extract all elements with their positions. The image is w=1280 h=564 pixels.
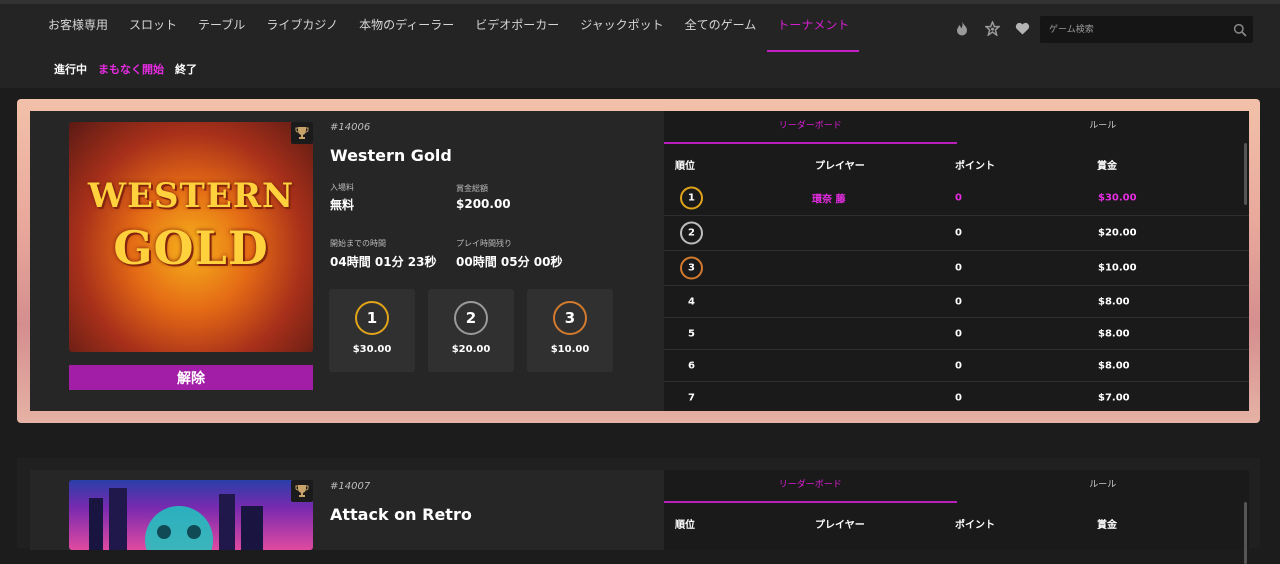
column-points: ポイント [955, 520, 995, 531]
tournament-id: #14006 [330, 122, 371, 133]
prize-value: $8.00 [1098, 296, 1130, 307]
column-player: プレイヤー [815, 161, 865, 172]
prize-box-3: 3 $10.00 [527, 289, 613, 372]
rank-badge: 1 [680, 186, 703, 210]
nav-item-real-dealer[interactable]: 本物のディーラー [359, 14, 454, 52]
table-row: 7 0 $7.00 [664, 382, 1249, 401]
table-row: 5 0 $8.00 [664, 318, 1249, 350]
points-value: 0 [955, 296, 962, 307]
play-time-left-label: プレイ時間残り [456, 239, 512, 248]
game-thumbnail[interactable]: WESTERN GOLD [69, 122, 313, 352]
column-rank: 順位 [675, 520, 695, 531]
tournament-id: #14007 [330, 481, 371, 492]
nav-item-all-games[interactable]: 全てのゲーム [685, 14, 757, 52]
points-value: 0 [955, 192, 962, 204]
points-value: 0 [955, 262, 962, 274]
leaderboard-panel-2: リーダーボード ルール 順位 プレイヤー ポイント 賞金 [664, 470, 1249, 564]
game-thumbnail-2[interactable] [69, 480, 313, 550]
prize-value: $10.00 [1098, 262, 1137, 274]
tab-leaderboard[interactable]: リーダーボード [664, 470, 957, 503]
play-time-left-value: 00時間 05分 00秒 [456, 255, 563, 269]
rank-value: 6 [688, 360, 695, 371]
prize-pool-label: 賞金総額 [456, 184, 488, 193]
star-badge-icon[interactable] [984, 20, 1000, 36]
nav-item-table[interactable]: テーブル [198, 14, 245, 52]
unregister-button[interactable]: 解除 [69, 365, 313, 390]
points-value: 0 [955, 328, 962, 339]
table-row: 2 0 $20.00 [664, 216, 1249, 251]
points-value: 0 [955, 392, 962, 401]
rank-badge-2: 2 [454, 301, 488, 335]
nav-item-live-casino[interactable]: ライブカジノ [266, 14, 338, 52]
tab-rules[interactable]: ルール [957, 111, 1250, 144]
quick-icons [954, 20, 1030, 36]
rank-badge-3: 3 [553, 301, 587, 335]
tab-leaderboard[interactable]: リーダーボード [664, 111, 957, 144]
prize-box-1: 1 $30.00 [329, 289, 415, 372]
nav-item-slots[interactable]: スロット [129, 14, 177, 52]
entry-fee-value: 無料 [330, 198, 355, 212]
player-name: 環奈 藤 [812, 194, 846, 206]
top-bar: お客様専用 スロット テーブル ライブカジノ 本物のディーラー ビデオポーカー … [0, 0, 1280, 88]
rank-badge: 2 [680, 221, 703, 245]
leaderboard-scrollbar[interactable] [1244, 502, 1247, 564]
leaderboard-tabs: リーダーボード ルール [664, 470, 1249, 503]
trophy-icon [291, 480, 313, 502]
time-to-start-label: 開始までの時間 [330, 239, 386, 248]
rank-value: 7 [688, 392, 695, 401]
entry-fee-label: 入場料 [330, 183, 354, 192]
table-row: 1 環奈 藤 0 $30.00 [664, 181, 1249, 216]
table-row: 3 0 $10.00 [664, 251, 1249, 286]
search-icon[interactable] [1233, 22, 1247, 41]
tournament-title: Attack on Retro [330, 505, 472, 524]
prize-value: $8.00 [1098, 360, 1130, 371]
fire-icon[interactable] [954, 20, 970, 36]
prize-value: $30.00 [1098, 192, 1137, 204]
search-input[interactable] [1040, 16, 1230, 43]
tab-rules[interactable]: ルール [957, 470, 1250, 503]
tab-finished[interactable]: 終了 [175, 61, 197, 77]
column-rank: 順位 [675, 161, 695, 172]
prize-value: $7.00 [1098, 392, 1130, 401]
rank-value: 4 [688, 296, 695, 307]
heart-icon[interactable] [1014, 20, 1030, 36]
prize-value: $8.00 [1098, 328, 1130, 339]
tournament-filter-tabs: 進行中 まもなく開始 終了 [54, 61, 208, 77]
leaderboard-scrollbar[interactable] [1244, 143, 1247, 205]
prize-amount-2: $20.00 [451, 344, 491, 355]
rank-badge-1: 1 [355, 301, 389, 335]
points-value: 0 [955, 227, 962, 239]
nav-item-jackpot[interactable]: ジャックポット [580, 14, 663, 52]
prize-value: $20.00 [1098, 227, 1137, 239]
leaderboard-rows: 1 環奈 藤 0 $30.00 2 0 $20.00 3 0 $10.00 4 … [664, 181, 1249, 401]
leaderboard-tabs: リーダーボード ルール [664, 111, 1249, 144]
game-search [1040, 16, 1253, 43]
points-value: 0 [955, 360, 962, 371]
nav-item-tournaments[interactable]: トーナメント [767, 14, 860, 52]
rank-badge: 3 [680, 256, 703, 280]
nav-item-vip[interactable]: お客様専用 [48, 14, 108, 52]
prize-pool-value: $200.00 [456, 197, 511, 211]
column-prize: 賞金 [1097, 161, 1117, 172]
prize-amount-3: $10.00 [550, 344, 590, 355]
tournament-title: Western Gold [330, 146, 452, 165]
time-to-start-value: 04時間 01分 23秒 [330, 255, 437, 269]
trophy-icon [291, 122, 313, 144]
rank-value: 5 [688, 328, 695, 339]
table-row: 4 0 $8.00 [664, 286, 1249, 318]
prize-amount-1: $30.00 [352, 344, 392, 355]
column-prize: 賞金 [1097, 520, 1117, 531]
nav-item-video-poker[interactable]: ビデオポーカー [475, 14, 559, 52]
prize-box-2: 2 $20.00 [428, 289, 514, 372]
main-nav: お客様専用 スロット テーブル ライブカジノ 本物のディーラー ビデオポーカー … [48, 14, 880, 52]
tab-ongoing[interactable]: 進行中 [54, 61, 87, 77]
table-row: 6 0 $8.00 [664, 350, 1249, 382]
column-points: ポイント [955, 161, 995, 172]
game-logo: WESTERN GOLD [87, 176, 295, 275]
tab-starting-soon[interactable]: まもなく開始 [98, 61, 164, 77]
column-player: プレイヤー [815, 520, 865, 531]
leaderboard-panel: リーダーボード ルール 順位 プレイヤー ポイント 賞金 1 環奈 藤 0 $3… [664, 111, 1249, 411]
